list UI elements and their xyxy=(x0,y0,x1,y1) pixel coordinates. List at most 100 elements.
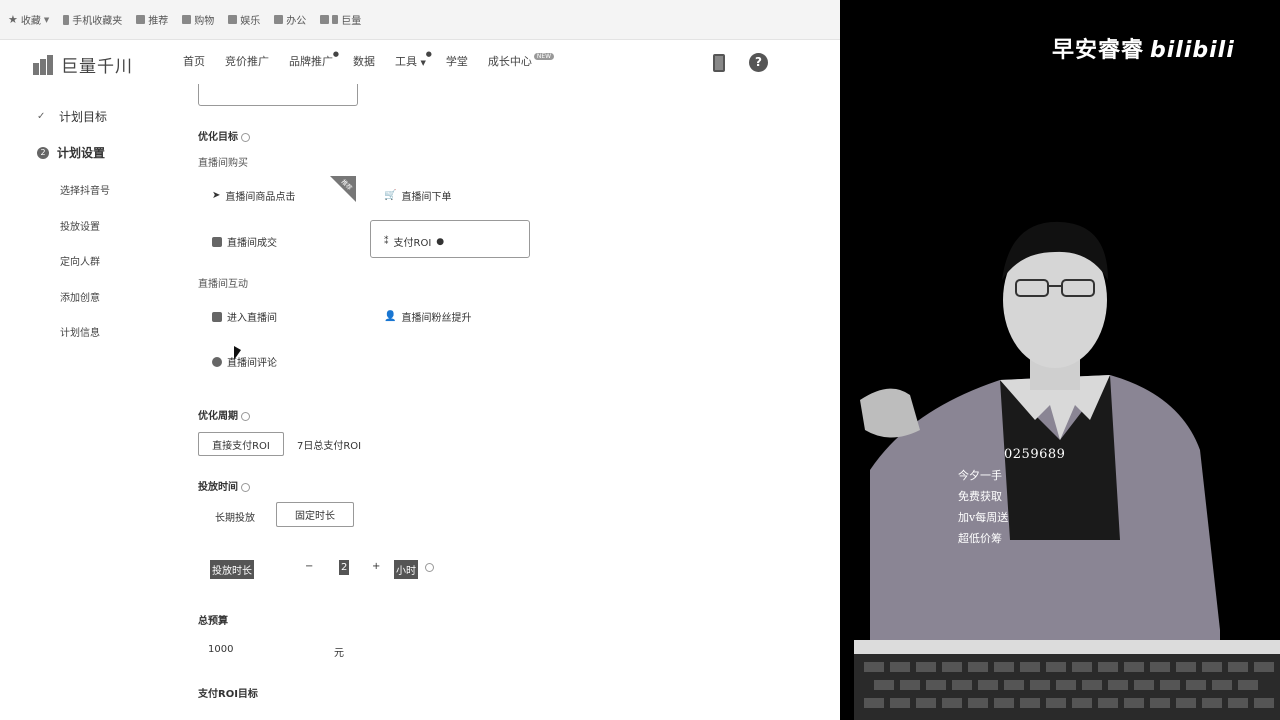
overlay-promo-text: 0259689 今夕一手 免费获取 加v每周送 超低价筹 xyxy=(958,444,1065,549)
mouse-cursor xyxy=(234,346,241,360)
new-dot-icon: ● xyxy=(332,50,339,58)
folder-icon xyxy=(228,15,238,24)
roi-goal-title: 支付ROI目标 xyxy=(198,689,258,700)
user-icon: 👤 xyxy=(384,311,397,322)
bookmark-label: 娱乐 xyxy=(240,16,261,27)
option-product-click[interactable]: ➤ 直播间商品点击 xyxy=(212,188,295,203)
comment-icon xyxy=(212,356,222,367)
step-number-icon: 2 xyxy=(37,146,49,159)
page-icon xyxy=(320,15,330,24)
option-label: 直播间下单 xyxy=(401,192,452,203)
step-label: 计划设置 xyxy=(57,146,106,160)
section-label: 优化周期 xyxy=(198,411,238,422)
sidebar-item-plan-info[interactable]: 计划信息 xyxy=(60,324,100,339)
nav-brand[interactable]: 品牌推广 ● xyxy=(289,50,339,69)
optimize-period-title: 优化周期 xyxy=(198,407,250,422)
section-label: 优化目标 xyxy=(198,132,238,143)
bookmark-office[interactable]: 办公 xyxy=(274,12,306,27)
duration-input[interactable]: 2 xyxy=(339,560,350,575)
new-badge: NEW xyxy=(533,53,555,60)
new-dot-icon: ● xyxy=(425,50,432,58)
browser-window: ★ 收藏 ▼ 手机收藏夹 推荐 购物 娱乐 办公 巨量 巨量千川 首页 竞价推广… xyxy=(0,0,840,720)
step-label: 计划目标 xyxy=(59,110,108,124)
step-plan-settings[interactable]: 2 计划设置 xyxy=(37,144,105,161)
period-7day-roi-button[interactable]: 7日总支付ROI xyxy=(297,437,361,452)
overlay-line: 加v每周送 xyxy=(958,511,1009,524)
sparkle-icon: ⁑ xyxy=(384,236,389,247)
option-comment[interactable]: 直播间评论 xyxy=(212,354,277,369)
overlay-line: 今夕一手 xyxy=(958,469,1002,482)
duration-increase-button[interactable]: + xyxy=(372,561,380,572)
budget-title: 总预算 xyxy=(198,616,228,627)
budget-unit: 元 xyxy=(334,648,344,659)
budget-input[interactable]: 1000 xyxy=(208,644,233,655)
overlay-line: 免费获取 xyxy=(958,490,1002,503)
duration-decrease-button[interactable]: − xyxy=(305,561,313,572)
caret-down-icon: ▼ xyxy=(43,15,50,24)
info-icon[interactable] xyxy=(241,132,250,142)
mobile-icon xyxy=(63,14,70,25)
option-label: 进入直播间 xyxy=(227,313,277,324)
option-deal[interactable]: 直播间成交 xyxy=(212,234,277,249)
help-icon[interactable]: ? xyxy=(749,53,768,72)
group-title-purchase: 直播间购买 xyxy=(198,158,248,169)
nav-academy[interactable]: 学堂 xyxy=(446,53,468,69)
nav-home[interactable]: 首页 xyxy=(183,53,205,69)
page-icon xyxy=(332,15,339,24)
option-enter-room[interactable]: 进入直播间 xyxy=(212,309,277,324)
info-icon[interactable] xyxy=(241,482,250,492)
nav-growth[interactable]: 成长中心 NEW xyxy=(488,53,555,69)
sidebar-item-select-account[interactable]: 选择抖音号 xyxy=(60,182,110,197)
channel-name: 早安睿睿 xyxy=(1052,38,1145,63)
overlay-phone: 0259689 xyxy=(1004,447,1066,462)
logo[interactable]: 巨量千川 xyxy=(33,52,133,77)
sidebar-item-targeting[interactable]: 定向人群 xyxy=(60,253,100,268)
nav-label: 品牌推广 xyxy=(289,55,333,68)
folder-icon xyxy=(136,15,146,24)
main-form: 优化目标 直播间购买 ➤ 直播间商品点击 推荐 🛒 直播间下单 直播间成交 ⁑ … xyxy=(198,84,818,720)
folder-icon xyxy=(182,15,192,24)
bookmark-mobile[interactable]: 手机收藏夹 xyxy=(63,12,122,27)
option-pay-roi[interactable]: ⁑ 支付ROI ● xyxy=(384,234,444,250)
option-order[interactable]: 🛒 直播间下单 xyxy=(384,188,451,203)
logo-mark-icon xyxy=(33,54,55,75)
bilibili-logo: bilibili xyxy=(1150,38,1235,63)
option-fans-increase[interactable]: 👤 直播间粉丝提升 xyxy=(384,309,471,324)
option-label: 直播间粉丝提升 xyxy=(401,313,472,324)
info-icon[interactable] xyxy=(425,563,434,572)
logo-text: 巨量千川 xyxy=(61,57,133,77)
bookmarks-bar: ★ 收藏 ▼ 手机收藏夹 推荐 购物 娱乐 办公 巨量 xyxy=(0,0,840,40)
mobile-icon[interactable] xyxy=(713,53,725,72)
bookmark-shopping[interactable]: 购物 xyxy=(182,12,214,27)
deal-icon xyxy=(212,236,222,247)
previous-option-box[interactable] xyxy=(198,84,358,106)
folder-icon xyxy=(274,15,284,24)
fixed-duration-button[interactable]: 固定时长 xyxy=(276,502,354,527)
bookmark-label: 办公 xyxy=(286,16,307,27)
section-label: 投放时间 xyxy=(198,482,238,493)
period-direct-roi-button[interactable]: 直接支付ROI xyxy=(198,432,284,456)
bookmark-favorites[interactable]: ★ 收藏 ▼ xyxy=(8,12,49,27)
overlay-line: 超低价筹 xyxy=(958,532,1002,545)
nav-bidding[interactable]: 竞价推广 xyxy=(225,53,269,69)
sidebar-item-delivery-settings[interactable]: 投放设置 xyxy=(60,218,100,233)
channel-watermark: 早安睿睿 bilibili xyxy=(1052,32,1235,64)
nav-right-tools: ? xyxy=(713,53,768,72)
step-plan-goal[interactable]: ✓ 计划目标 xyxy=(37,108,107,125)
top-navigation: 巨量千川 首页 竞价推广 品牌推广 ● 数据 工具 ▼ ● 学堂 成长中心 NEW ? xyxy=(0,40,840,84)
group-title-interaction: 直播间互动 xyxy=(198,279,248,290)
enter-icon xyxy=(212,311,222,322)
option-label: 直播间商品点击 xyxy=(225,192,296,203)
optimize-goal-title: 优化目标 xyxy=(198,128,250,143)
long-term-delivery-button[interactable]: 长期投放 xyxy=(215,509,255,524)
duration-label: 投放时长 xyxy=(210,560,254,579)
option-label: 支付ROI xyxy=(393,238,432,249)
sidebar-item-add-creative[interactable]: 添加创意 xyxy=(60,289,100,304)
bookmark-juliang[interactable]: 巨量 xyxy=(320,12,361,27)
info-icon[interactable] xyxy=(241,411,250,421)
nav-data[interactable]: 数据 xyxy=(353,53,375,69)
nav-tools[interactable]: 工具 ▼ ● xyxy=(395,50,432,69)
bookmark-recommend[interactable]: 推荐 xyxy=(136,12,168,27)
delivery-time-title: 投放时间 xyxy=(198,478,250,493)
bookmark-entertainment[interactable]: 娱乐 xyxy=(228,12,260,27)
